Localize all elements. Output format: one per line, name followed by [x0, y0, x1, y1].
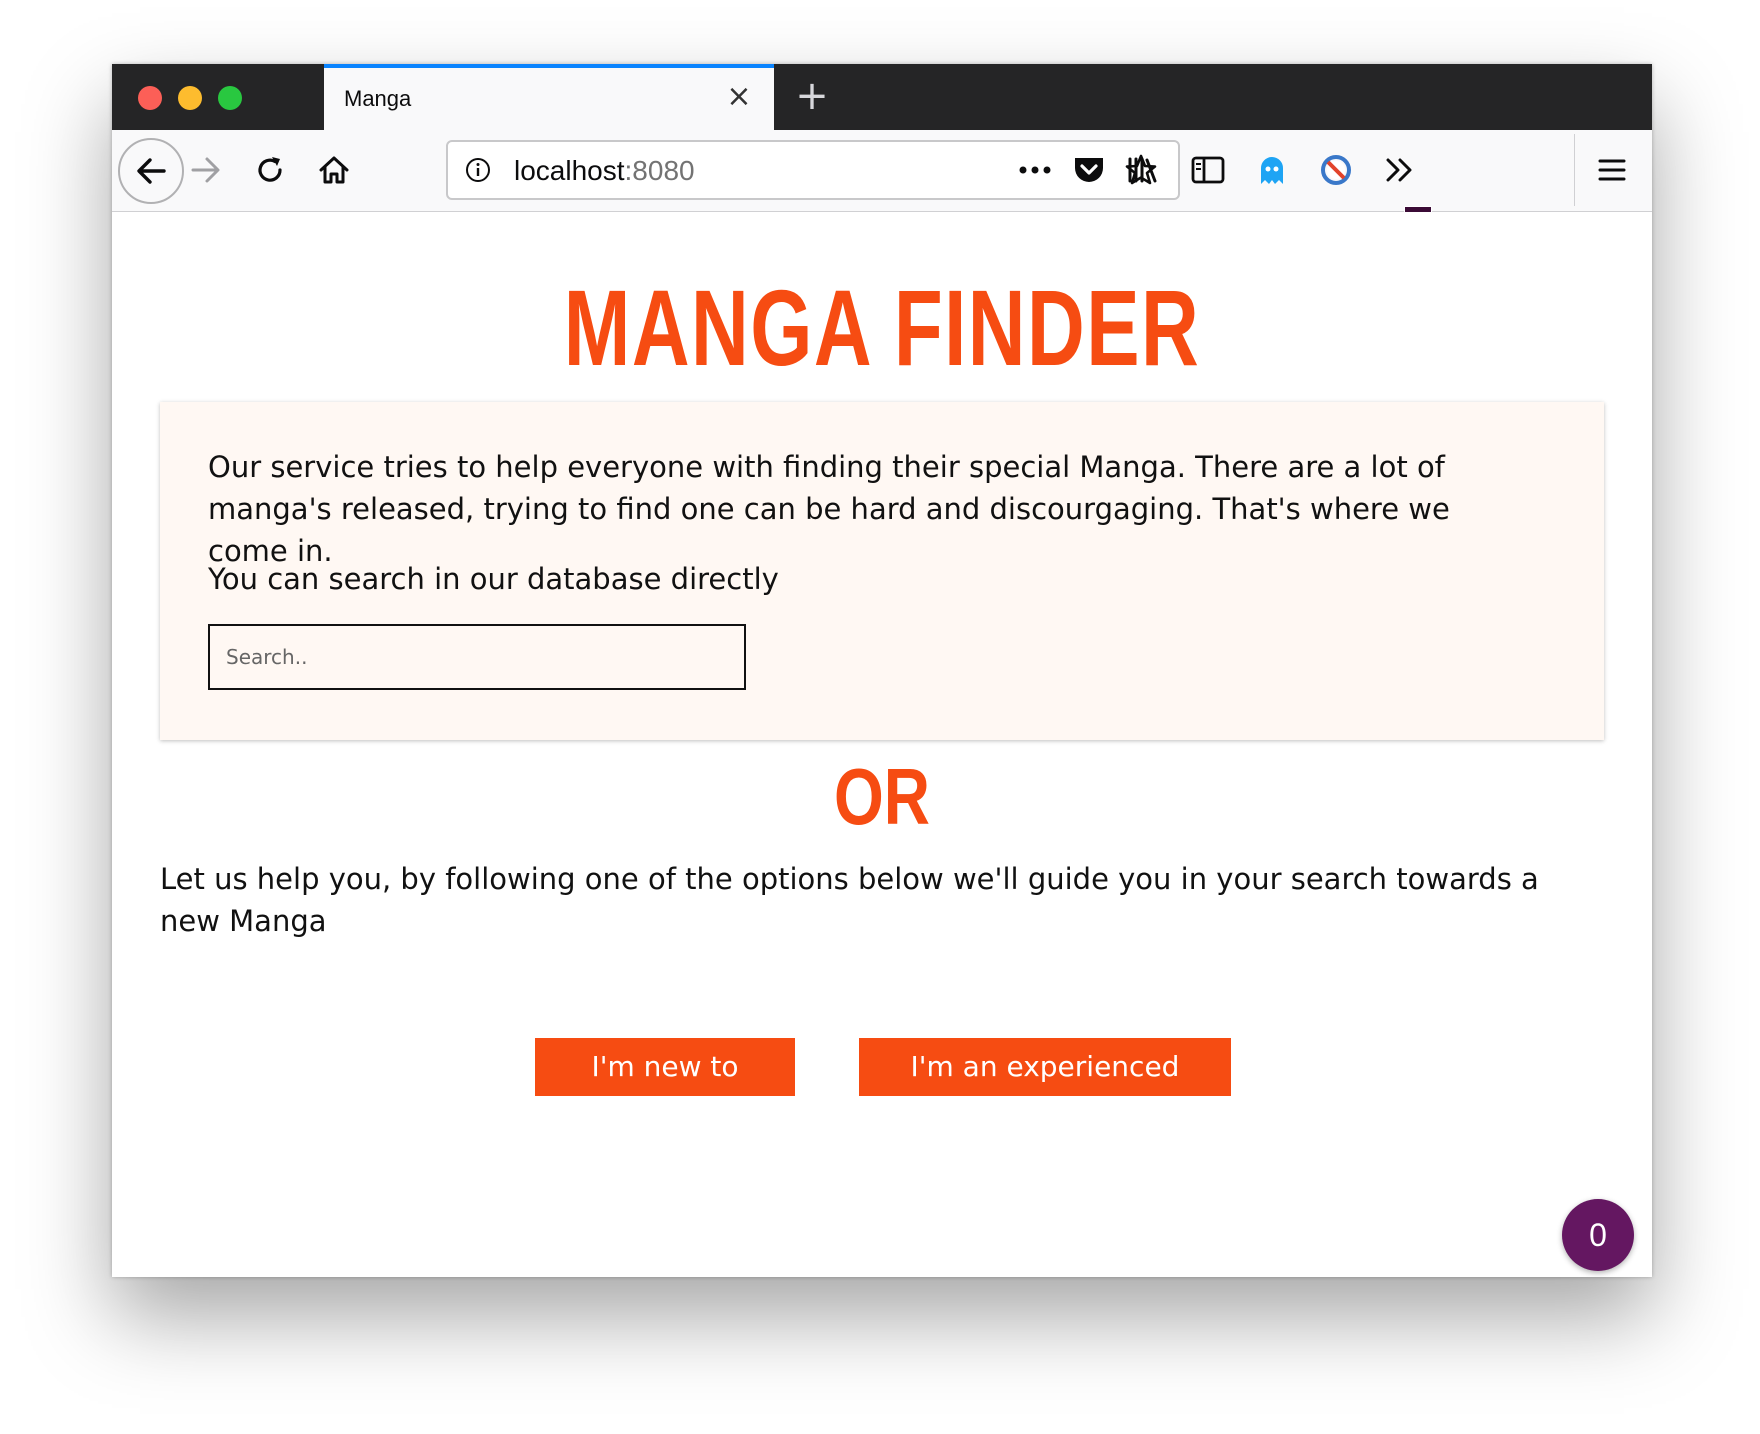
url-host: localhost [514, 155, 625, 186]
overflow-button[interactable] [1374, 144, 1426, 196]
maximize-window-button[interactable] [218, 86, 242, 110]
intro-box: Our service tries to help everyone with … [160, 402, 1604, 740]
minimize-window-button[interactable] [178, 86, 202, 110]
menu-button[interactable] [1586, 144, 1638, 196]
menu-icon [1598, 159, 1626, 181]
close-tab-icon[interactable]: × [724, 82, 754, 112]
overflow-icon [1386, 158, 1412, 182]
reload-icon [258, 157, 282, 182]
navigation-toolbar: localhost:8080 [112, 130, 1652, 232]
search-input[interactable] [208, 624, 746, 690]
pocket-icon[interactable] [1072, 154, 1106, 186]
page-title: MANGA FINDER [563, 267, 1201, 388]
back-arrow-icon [137, 158, 166, 184]
tab-manga[interactable]: Manga × [324, 64, 774, 130]
library-button[interactable] [1117, 144, 1169, 196]
page-content: MANGA FINDER Our service tries to help e… [112, 212, 1652, 1277]
new-to-manga-button[interactable]: I'm new to Manga [535, 1038, 795, 1141]
home-icon [319, 156, 349, 184]
sidebar-button[interactable] [1182, 144, 1234, 196]
more-icon[interactable] [1018, 162, 1052, 178]
search-label: You can search in our database directly [208, 562, 779, 596]
close-window-button[interactable] [138, 86, 162, 110]
browser-window: Manga × + localhost:8080 MANGA FINDER Ou… [112, 64, 1652, 1277]
blocker-button[interactable] [1310, 144, 1362, 196]
experienced-reader-button[interactable]: I'm an experienced reader [859, 1038, 1231, 1141]
block-icon [1321, 155, 1351, 185]
library-icon [1128, 157, 1157, 183]
info-icon[interactable] [464, 156, 492, 184]
guide-text: Let us help you, by following one of the… [160, 862, 1539, 938]
floating-count-button[interactable]: 0 [1562, 1199, 1634, 1271]
toolbar-separator [1574, 134, 1575, 206]
or-divider: OR [834, 752, 930, 841]
tab-title: Manga [344, 86, 412, 111]
ghostery-icon [1261, 157, 1283, 184]
url-text[interactable]: localhost:8080 [514, 155, 695, 187]
back-button[interactable] [118, 138, 184, 204]
tab-strip: Manga × + [112, 64, 1652, 130]
new-tab-icon[interactable]: + [790, 74, 834, 118]
url-port: :8080 [624, 155, 695, 186]
url-bar[interactable]: localhost:8080 [446, 140, 1180, 200]
ghostery-button[interactable] [1246, 144, 1298, 196]
reload-button[interactable] [240, 140, 300, 200]
intro-text: Our service tries to help everyone with … [208, 450, 1450, 568]
home-button[interactable] [304, 140, 364, 200]
sidebar-icon [1191, 156, 1225, 184]
forward-arrow-icon [191, 157, 220, 183]
forward-button[interactable] [176, 140, 236, 200]
